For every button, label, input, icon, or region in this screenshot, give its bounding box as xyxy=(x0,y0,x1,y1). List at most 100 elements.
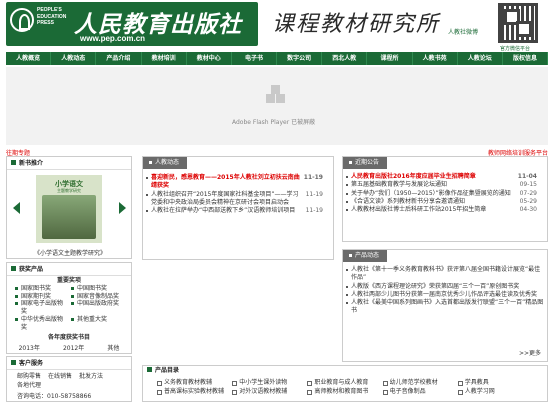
list-item-date: 05-29 xyxy=(519,197,537,205)
catalog-link[interactable]: 中小学生课外读物 xyxy=(232,379,307,387)
logo-english: PEOPLE'S EDUCATION PRESS xyxy=(37,7,67,26)
product-news-panel: 产品动态 人教社《第十一季义务教育教科书》获评第八届全国书籍设计展览“最佳作品”… xyxy=(342,249,548,362)
list-item[interactable]: 《合语文读》系列教材新书分享会邀请通知 05-29 xyxy=(345,198,537,206)
service-link[interactable]: 邮购零售 xyxy=(17,372,41,381)
product-news-list: 人教社《第十一季义务教育教科书》获评第八届全国书籍设计展览“最佳作品” 人教版《西… xyxy=(345,266,545,316)
notices-panel: 近期公告 人民教育出版社2016年度应届毕业生招聘简章 11-04 第五届基础教育教… xyxy=(342,156,548,242)
service-links: 邮购零售 在线销售 批发方法各地代理 xyxy=(7,370,131,392)
pep-logo[interactable]: PEOPLE'S EDUCATION PRESS 人民教育出版社 www.pep… xyxy=(6,2,258,46)
main-nav: 人教概览 人教动态 产品介绍 教材培训 教材中心 电子书 数字公司 西北人教 课程所 人教书苑 人教… xyxy=(6,52,549,65)
list-item[interactable]: 喜迎新民，感恩教育——2015年人教社刘立初扶云南曲靖获奖 11-19 xyxy=(145,174,323,191)
list-item-text[interactable]: 人教版《西方课程理论研究》荣获第四届“三个一百”原创图书奖 xyxy=(351,283,519,290)
nav-item[interactable]: 教材中心 xyxy=(187,52,232,65)
service-phone: 咨询电话：010-58758866 xyxy=(17,393,92,400)
award-link[interactable]: 国家电子出版物奖 xyxy=(15,300,67,315)
weibo-link[interactable]: 人教社微博 xyxy=(448,27,478,36)
nav-item[interactable]: 人教动态 xyxy=(51,52,97,65)
book-caption[interactable]: 《小学语文主题教学研究》 xyxy=(7,248,133,257)
list-item[interactable]: 人教社《第十一季义务教育教科书》获评第八届全国书籍设计展览“最佳作品” xyxy=(345,266,545,283)
list-item[interactable]: 人教版《西方课程理论研究》荣获第四届“三个一百”原创图书奖 xyxy=(345,283,545,291)
awards-panel: 获奖产品 重要奖项 国家图书奖 中国图书奖 国家期刊奖 国家音像制品奖 国家电子出版物奖… xyxy=(6,262,132,354)
notices-list: 人民教育出版社2016年度应届毕业生招聘简章 11-04 第五届基础教育教学与发展论… xyxy=(345,173,537,214)
catalog-link[interactable]: 幼儿师范学校教材 xyxy=(382,379,458,387)
award-link[interactable]: 中国出版政府奖 xyxy=(71,300,123,315)
awards-years: 2013年 2012年 其他 xyxy=(7,343,131,352)
list-item-text[interactable]: 《合语文读》系列教材新书分享会邀请通知 xyxy=(351,198,465,205)
list-item[interactable]: 第五届基础教育教学与发展论坛通知 09-15 xyxy=(345,181,537,189)
list-item-text[interactable]: 关于举办“我们（1950—2015）”影像作品征集暨展览的通知 xyxy=(351,190,511,197)
flash-blocked-text: Adobe Flash Player 已被屏蔽 xyxy=(232,119,316,126)
book-cover[interactable]: 小学语文 主题教学研究 xyxy=(36,175,102,243)
list-item-text[interactable]: 人教社《最美中国系列图画书》入选首都出版发行联盟“三个一百”精品图书 xyxy=(351,299,543,314)
catalog-link[interactable]: 义务教育教材教辅 xyxy=(157,379,232,387)
awards-list: 国家图书奖 中国图书奖 国家期刊奖 国家音像制品奖 国家电子出版物奖 中国出版政府奖 中华优… xyxy=(7,285,131,331)
nav-item[interactable]: 课程所 xyxy=(367,52,413,65)
next-arrow-icon[interactable] xyxy=(119,202,126,214)
nav-item[interactable]: 西北人教 xyxy=(322,52,368,65)
service-link[interactable]: 各地代理 xyxy=(17,381,41,390)
site-header: PEOPLE'S EDUCATION PRESS 人民教育出版社 www.pep… xyxy=(0,0,554,52)
new-books-title: 新书推介 xyxy=(7,157,131,170)
nav-item[interactable]: 人教书苑 xyxy=(413,52,458,65)
list-item-text[interactable]: 人教教材出版社博士后科研工作站2015年招生简章 xyxy=(351,206,486,213)
catalog-panel: 产品目录 义务教育教材教辅 中小学生课外读物 职业教育与成人教育 幼儿师范学校教材 学具… xyxy=(142,365,548,402)
catalog-link[interactable]: 普高课标实验教材教辅 xyxy=(157,388,232,396)
award-link[interactable]: 国家图书奖 xyxy=(15,285,67,293)
list-item[interactable]: 关于举办“我们（1950—2015）”影像作品征集暨展览的通知 07-29 xyxy=(345,190,537,198)
awards-subtitle: 重要奖项 xyxy=(56,277,81,284)
nav-item[interactable]: 人教概览 xyxy=(6,52,52,65)
list-item-text[interactable]: 人教社两部少儿图书分获第一届南京优秀少儿作品评选最佳读及优秀奖 xyxy=(351,291,537,298)
nav-item[interactable]: 电子书 xyxy=(232,52,278,65)
award-year-link[interactable]: 2012年 xyxy=(63,343,84,352)
list-item-date: 11-19 xyxy=(305,207,323,215)
list-item-text[interactable]: 人民教育出版社2016年度应届毕业生招聘简章 xyxy=(351,173,476,180)
list-item-date: 11-19 xyxy=(303,174,323,181)
list-item-text[interactable]: 第五届基础教育教学与发展论坛通知 xyxy=(351,181,447,188)
award-link[interactable]: 中国图书奖 xyxy=(71,285,123,293)
qr-caption: 官方微信平台 xyxy=(500,46,531,52)
awards-year-title: 各年度获奖书目 xyxy=(47,334,90,342)
site-url: www.pep.com.cn xyxy=(80,34,146,43)
list-item-text[interactable]: 人教社《第十一季义务教育教科书》获评第八届全国书籍设计展览“最佳作品” xyxy=(351,266,540,281)
catalog-link[interactable]: 职业教育与成人教育 xyxy=(307,379,382,387)
nav-item[interactable]: 教材培训 xyxy=(142,52,187,65)
award-link[interactable]: 中华优秀出版物奖 xyxy=(15,316,67,331)
site-title: 课程教材研究所 xyxy=(272,12,441,37)
awards-title: 获奖产品 xyxy=(7,263,131,276)
list-item-date: 11-19 xyxy=(305,190,323,198)
catalog-link[interactable]: 电子音像制品 xyxy=(382,388,458,396)
catalog-link[interactable]: 学具教具 xyxy=(457,379,533,387)
list-item-date: 11-04 xyxy=(517,173,537,180)
award-link[interactable]: 其他重大奖 xyxy=(71,316,123,331)
award-year-link[interactable]: 2013年 xyxy=(19,343,40,352)
catalog-link[interactable]: 人教学习网 xyxy=(457,388,533,396)
nav-item[interactable]: 产品介绍 xyxy=(96,52,142,65)
list-item[interactable]: 人教社在拉萨举办“中西部送教下乡”汉语教师培训项目 11-19 xyxy=(145,207,323,215)
catalog-link[interactable]: 对外汉语教材教辅 xyxy=(232,388,307,396)
list-item-text[interactable]: 喜迎新民，感恩教育——2015年人教社刘立初扶云南曲靖获奖 xyxy=(151,174,300,189)
award-year-link[interactable]: 其他 xyxy=(107,343,119,352)
new-books-panel: 新书推介 小学语文 主题教学研究 《小学语文主题教学研究》 xyxy=(6,156,132,259)
flash-banner[interactable]: Adobe Flash Player 已被屏蔽 xyxy=(6,67,548,145)
catalog-link[interactable]: 高师教材和教育图书 xyxy=(307,388,382,396)
puzzle-plugin-icon xyxy=(266,85,286,105)
nav-item[interactable]: 数字公司 xyxy=(277,52,323,65)
service-link[interactable]: 批发方法 xyxy=(79,372,103,381)
pep-emblem-icon xyxy=(10,8,34,32)
list-item[interactable]: 人教社组织召开“2015年度国家社科基金项目”——学习党委和中央政治局委员会精神… xyxy=(145,191,323,208)
list-item[interactable]: 人教社两部少儿图书分获第一届南京优秀少儿作品评选最佳读及优秀奖 xyxy=(345,291,545,299)
service-panel: 客户服务 邮购零售 在线销售 批发方法 各地代理 咨询电话：010-58758866 xyxy=(6,356,132,402)
list-item[interactable]: 人教社《最美中国系列图画书》入选首都出版发行联盟“三个一百”精品图书 xyxy=(345,299,545,316)
list-item-text[interactable]: 人教社组织召开“2015年度国家社科基金项目”——学习党委和中央政治局委员会精神… xyxy=(151,191,299,206)
list-item-text[interactable]: 人教社在拉萨举办“中西部送教下乡”汉语教师培训项目 xyxy=(151,207,295,214)
catalog-list: 义务教育教材教辅 中小学生课外读物 职业教育与成人教育 幼儿师范学校教材 学具教具普高课… xyxy=(143,376,547,399)
nav-item[interactable]: 人教论坛 xyxy=(458,52,503,65)
list-item-date: 09-15 xyxy=(519,181,537,189)
service-link[interactable]: 在线销售 xyxy=(48,372,72,381)
prev-arrow-icon[interactable] xyxy=(13,202,20,214)
nav-item[interactable]: 版权信息 xyxy=(503,52,549,65)
more-link[interactable]: >>更多 xyxy=(519,348,541,357)
news-panel: 人教动态 喜迎新民，感恩教育——2015年人教社刘立初扶云南曲靖获奖 11-19 人… xyxy=(142,156,334,260)
list-item[interactable]: 人教教材出版社博士后科研工作站2015年招生简章 04-30 xyxy=(345,206,537,214)
list-item-date: 07-29 xyxy=(519,189,537,197)
